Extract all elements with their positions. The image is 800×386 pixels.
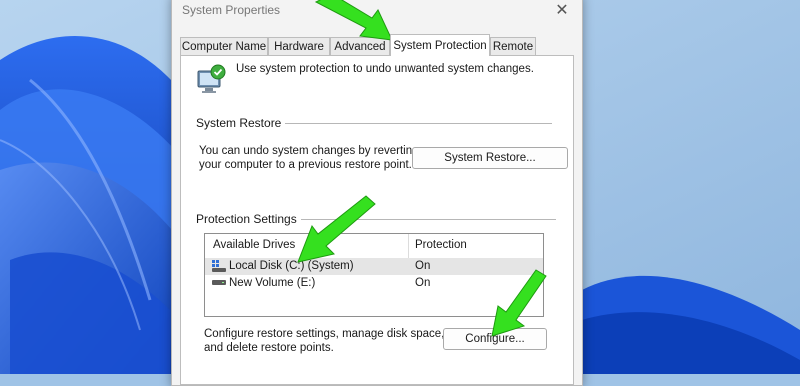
arrow-to-local-disk [297, 195, 376, 263]
arrow-to-configure-button [491, 269, 547, 337]
tab-system-protection[interactable]: System Protection [390, 34, 490, 56]
arrow-to-system-protection-tab [314, 0, 393, 41]
